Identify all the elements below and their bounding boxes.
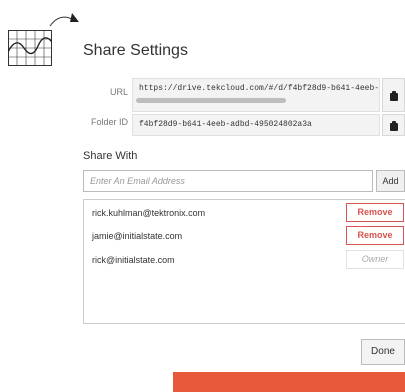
- clipboard-icon: [390, 91, 398, 101]
- share-with-heading: Share With: [83, 150, 138, 162]
- accent-bar: [173, 372, 405, 392]
- remove-button[interactable]: Remove: [346, 203, 404, 222]
- email-input[interactable]: [83, 170, 373, 192]
- share-row: rick@initialstate.com Owner: [84, 250, 405, 270]
- folder-id-value: f4bf28d9-b641-4eeb-adbd-495024802a3a: [139, 120, 312, 129]
- url-scrollbar[interactable]: [136, 98, 286, 103]
- url-label: URL: [109, 87, 128, 97]
- share-row: rick.kuhlman@tektronix.com Remove: [84, 203, 405, 223]
- share-email: rick@initialstate.com: [92, 255, 175, 265]
- share-email: rick.kuhlman@tektronix.com: [92, 208, 206, 218]
- copy-url-button[interactable]: [382, 78, 405, 112]
- done-button[interactable]: Done: [361, 339, 405, 365]
- curved-arrow-icon: [49, 13, 79, 27]
- clipboard-icon: [390, 121, 398, 131]
- owner-badge: Owner: [346, 250, 404, 269]
- folder-id-label: Folder ID: [90, 117, 128, 127]
- url-value: https://drive.tekcloud.com/#/d/f4bf28d9-…: [139, 84, 380, 93]
- share-row: jamie@initialstate.com Remove: [84, 226, 405, 246]
- dialog-title: Share Settings: [83, 42, 188, 59]
- copy-folder-id-button[interactable]: [382, 114, 405, 136]
- folder-id-field[interactable]: f4bf28d9-b641-4eeb-adbd-495024802a3a: [132, 114, 380, 136]
- share-list: rick.kuhlman@tektronix.com Remove jamie@…: [83, 199, 405, 324]
- add-button[interactable]: Add: [376, 170, 405, 192]
- remove-button[interactable]: Remove: [346, 226, 404, 245]
- waveform-grid-icon: [8, 30, 52, 66]
- url-field[interactable]: https://drive.tekcloud.com/#/d/f4bf28d9-…: [132, 78, 380, 112]
- share-email: jamie@initialstate.com: [92, 231, 183, 241]
